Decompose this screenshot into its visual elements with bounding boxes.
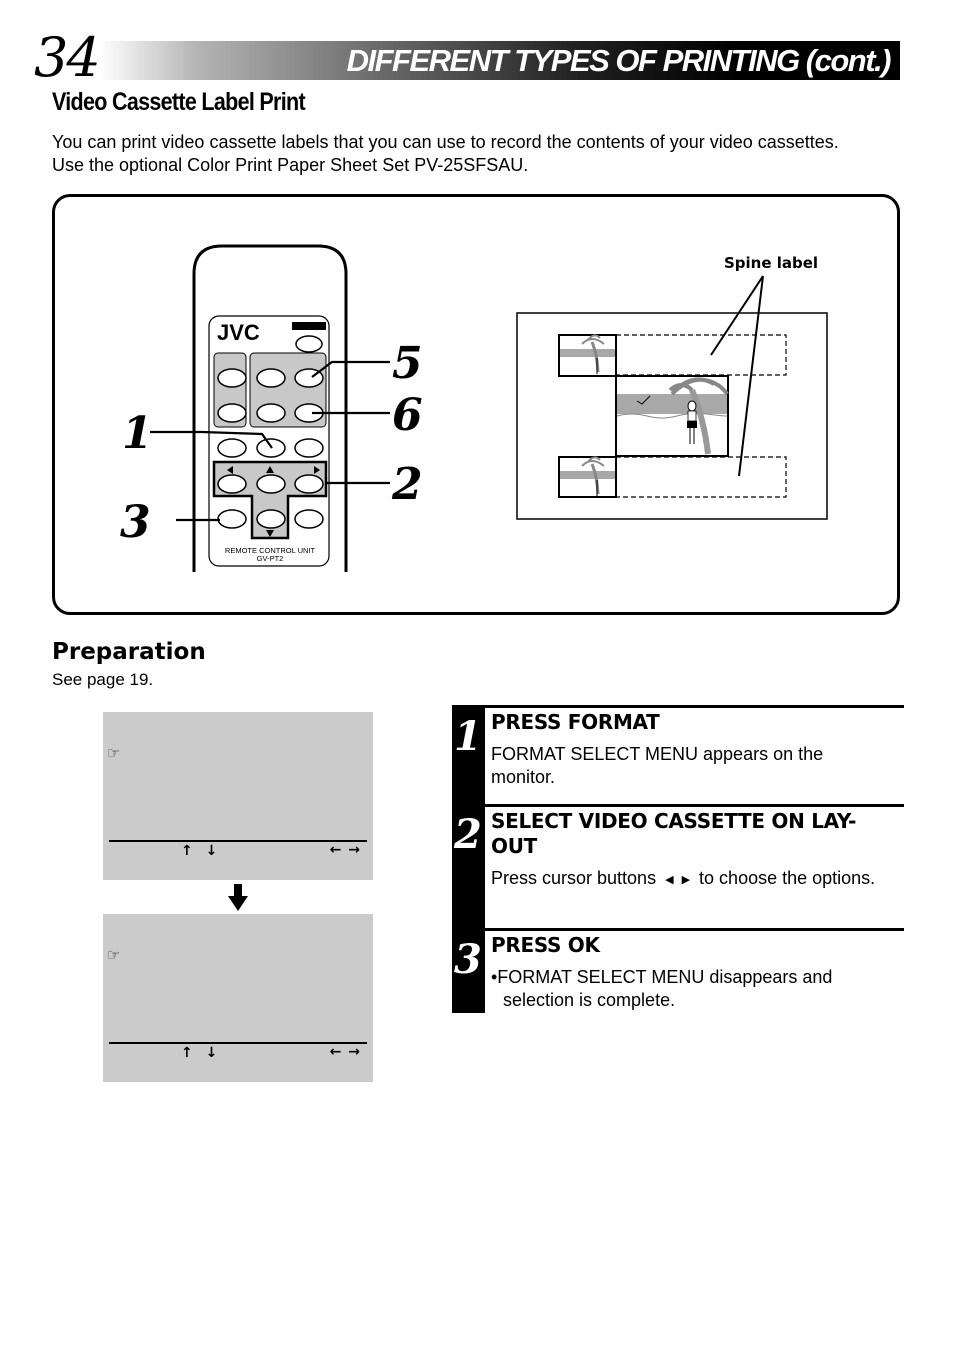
- left-right-arrows-icon: ← →: [329, 1044, 361, 1060]
- screen-divider: [109, 1042, 367, 1044]
- monitor-screen-before: ☞ ↑ ↓ ← →: [103, 712, 373, 880]
- illustration-frame: JVC REMOTE CONTROL UNIT GV-PT2 5 6 2 1 3…: [52, 194, 900, 615]
- left-right-arrows-icon: ← →: [329, 842, 361, 858]
- left-cursor-icon: ◀: [665, 874, 674, 886]
- step-divider: [485, 705, 904, 708]
- step-3-body: •FORMAT SELECT MENU disappears and selec…: [491, 967, 833, 1010]
- pointing-hand-icon: ☞: [107, 744, 121, 762]
- label-layout-diagram: Spine label: [516, 254, 828, 520]
- page-title: DIFFERENT TYPES OF PRINTING (cont.): [346, 43, 892, 78]
- step-number-3: 3: [454, 936, 482, 983]
- step-2-heading: SELECT VIDEO CASSETTE ON LAY-OUT: [491, 809, 857, 858]
- step-1-body: FORMAT SELECT MENU appears on the monito…: [491, 744, 824, 787]
- thumbnail-bottom: [558, 456, 617, 498]
- step-number-2: 2: [454, 811, 482, 858]
- step-divider: [485, 804, 904, 807]
- screen-divider: [109, 840, 367, 842]
- step-2-body-start: Press cursor buttons: [491, 868, 657, 888]
- remote-caption-line2: GV-PT2: [257, 554, 284, 563]
- remote-brand: JVC: [217, 320, 260, 345]
- title-banner: DIFFERENT TYPES OF PRINTING (cont.): [100, 41, 900, 80]
- preparation-title: Preparation: [52, 639, 206, 665]
- callout-3: 3: [120, 497, 151, 548]
- step-2-body-end: to choose the options.: [699, 868, 876, 888]
- callout-5: 5: [392, 338, 423, 389]
- step-2-body: Press cursor buttons ◀ ▶ to choose the op…: [491, 867, 891, 892]
- thumbnail-top: [558, 334, 617, 377]
- callout-6: 6: [392, 390, 423, 441]
- pointing-hand-icon: ☞: [107, 946, 121, 964]
- up-down-arrows-icon: ↑ ↓: [181, 1045, 222, 1061]
- step-number-1: 1: [454, 713, 482, 760]
- step-1-heading: PRESS FORMAT: [491, 710, 660, 734]
- callout-2: 2: [391, 459, 423, 510]
- monitor-screen-after: ☞ ↑ ↓ ← →: [103, 914, 373, 1082]
- main-photo: [615, 375, 729, 457]
- spine-label-caption: Spine label: [724, 254, 818, 272]
- remote-control: JVC REMOTE CONTROL UNIT GV-PT2: [192, 244, 348, 572]
- down-arrow-icon: [228, 884, 248, 911]
- preparation-text: See page 19.: [52, 670, 154, 689]
- illustration-svg: JVC REMOTE CONTROL UNIT GV-PT2 5 6 2 1 3…: [120, 244, 828, 572]
- intro-paragraph: You can print video cassette labels that…: [52, 132, 839, 175]
- steps-number-bar: 1 2 3: [452, 705, 485, 1013]
- section-title: Video Cassette Label Print: [52, 88, 306, 116]
- page-number: 34: [34, 26, 101, 89]
- callout-1: 1: [122, 408, 153, 459]
- right-cursor-icon: ▶: [681, 874, 691, 886]
- step-3-heading: PRESS OK: [491, 933, 600, 957]
- up-down-arrows-icon: ↑ ↓: [181, 843, 222, 859]
- step-divider: [485, 928, 904, 931]
